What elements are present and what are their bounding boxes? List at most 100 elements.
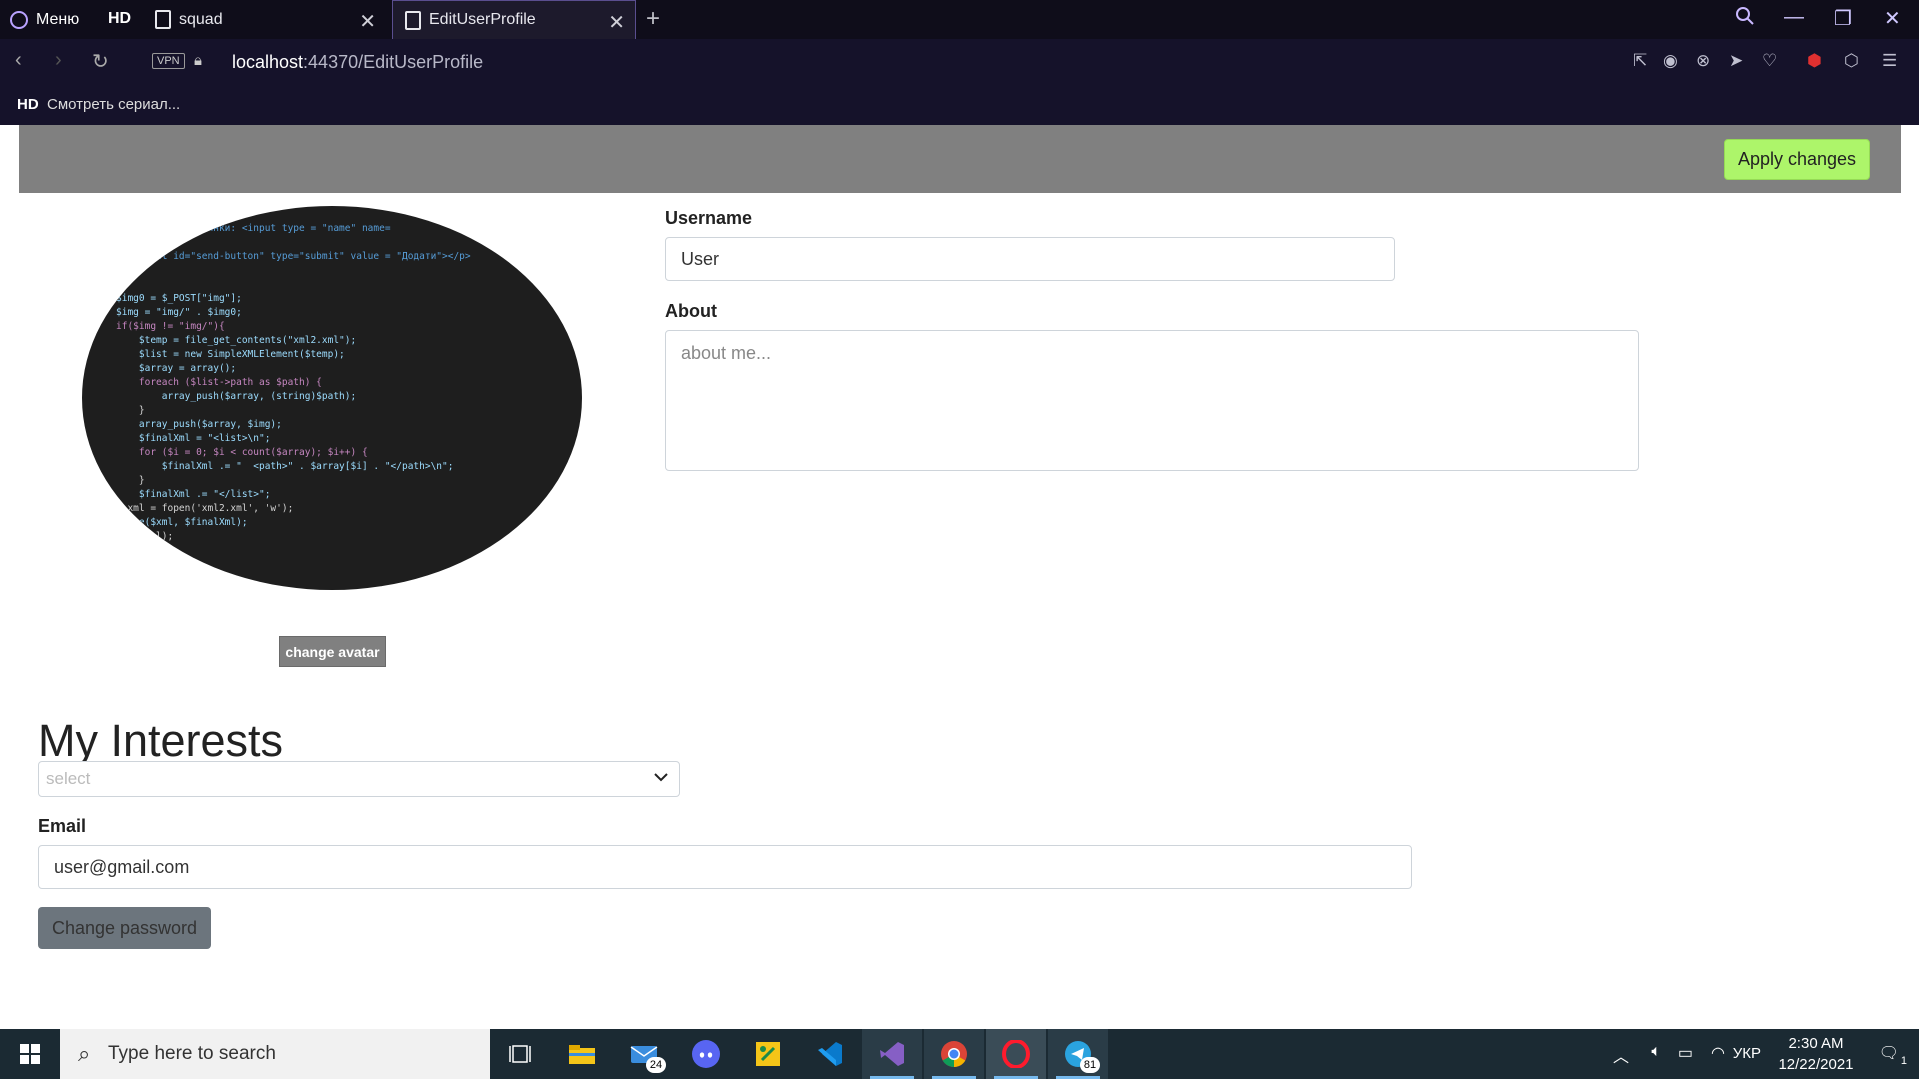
volume-icon[interactable]: 🔈︎ [1651, 1043, 1661, 1061]
avatar-code-line: xml = fopen('xml2.xml', 'w'); [116, 503, 294, 514]
avatar-code-line: $array = array(); [116, 363, 237, 374]
language-indicator[interactable]: УКР [1733, 1045, 1761, 1062]
tab-title: squad [179, 10, 223, 28]
lock-icon[interactable]: 🔒︎ [194, 52, 202, 69]
avatar-image: ддать назву картинки: <input type = "nam… [82, 206, 582, 590]
apply-changes-button[interactable]: Apply changes [1724, 139, 1870, 180]
about-textarea[interactable]: about me... [665, 330, 1639, 471]
search-icon: ⌕ [78, 1041, 91, 1066]
email-label: Email [38, 816, 87, 836]
page-content: Apply changes ддать назву картинки: <inp… [0, 125, 1919, 1029]
taskbar-search-placeholder: Type here to search [108, 1043, 276, 1064]
email-input[interactable]: user@gmail.com [38, 845, 1412, 889]
interests-select[interactable]: select [38, 761, 680, 797]
minimize-icon[interactable]: — [1784, 6, 1804, 29]
opera-icon[interactable] [986, 1029, 1046, 1079]
avatar-code-line [116, 264, 471, 278]
windows-logo-icon [20, 1044, 40, 1064]
block-icon[interactable]: ⊗ [1696, 51, 1710, 71]
notification-count: 1 [1900, 1055, 1907, 1067]
avatar-code-line: $list = new SimpleXMLElement($temp); [116, 349, 345, 360]
avatar-code-line: if($img != "img/"){ [116, 321, 225, 332]
vpn-badge[interactable]: VPN [152, 53, 185, 69]
sublime-merge-icon[interactable] [738, 1029, 798, 1079]
avatar-code-line [116, 236, 471, 250]
notification-center-icon[interactable]: 🗨︎ [1879, 1043, 1899, 1063]
browser-tab-bar: Меню HD squad ✕ EditUserProfile ✕ + — ❐ … [0, 0, 1919, 39]
discord-icon[interactable] [676, 1029, 736, 1079]
back-icon[interactable]: ‹ [15, 49, 22, 72]
bookmark-hd[interactable]: HD [17, 96, 39, 113]
wifi-icon[interactable]: ◠ [1711, 1043, 1725, 1063]
url-field[interactable]: localhost:44370/EditUserProfile [232, 52, 483, 73]
new-tab-icon[interactable]: + [646, 5, 660, 33]
tab-edit-user-profile[interactable]: EditUserProfile ✕ [392, 0, 636, 39]
mail-badge: 24 [646, 1057, 666, 1073]
close-window-icon[interactable]: ✕ [1884, 6, 1901, 31]
restore-icon[interactable]: ❐ [1834, 6, 1852, 31]
chevron-down-icon [654, 773, 668, 782]
chevron-up-icon[interactable]: ︿ [1613, 1043, 1629, 1067]
share-icon[interactable]: ⇱ [1633, 51, 1647, 71]
avatar-code-line: $img = "img/" . $img0; [116, 307, 242, 318]
extensions-cube-icon[interactable]: ⬡ [1844, 51, 1859, 71]
send-icon[interactable]: ➤ [1729, 51, 1743, 71]
clock-time[interactable]: 2:30 AM [1776, 1035, 1856, 1052]
telegram-badge: 81 [1080, 1057, 1100, 1073]
tab-squad[interactable]: squad ✕ [143, 0, 386, 39]
ublock-icon[interactable]: ⬢ [1807, 51, 1822, 71]
browser-menu-button[interactable]: Меню [10, 8, 79, 32]
easy-setup-icon[interactable]: ☰ [1882, 51, 1897, 71]
hd-tab-button[interactable]: HD [108, 10, 131, 28]
battery-icon[interactable]: ▭ [1678, 1043, 1693, 1063]
avatar-code-line: ml); [116, 531, 174, 542]
bookmark-serial[interactable]: Смотреть сериал... [47, 96, 180, 113]
opera-logo-icon [10, 11, 28, 29]
taskbar-search-box[interactable]: ⌕ Type here to search [60, 1029, 490, 1079]
interests-placeholder: select [46, 769, 91, 788]
avatar-code-line: } [116, 475, 145, 486]
forward-icon[interactable]: › [55, 49, 62, 72]
chrome-icon[interactable] [924, 1029, 984, 1079]
avatar-code-text: ддать назву картинки: <input type = "nam… [116, 222, 471, 544]
change-password-button[interactable]: Change password [38, 907, 211, 949]
search-tabs-icon[interactable] [1735, 6, 1755, 32]
mail-icon[interactable]: 24 [614, 1029, 674, 1079]
visual-studio-icon[interactable] [862, 1029, 922, 1079]
close-tab-icon[interactable]: ✕ [608, 10, 625, 35]
avatar-code-line: <p><input id="send-button" type="submit"… [116, 251, 471, 262]
task-view-icon[interactable] [490, 1029, 550, 1079]
username-input[interactable]: User [665, 237, 1395, 281]
browser-menu-label: Меню [36, 11, 80, 28]
vscode-icon[interactable] [800, 1029, 860, 1079]
reload-icon[interactable]: ↻ [92, 49, 109, 74]
change-avatar-button[interactable]: change avatar [279, 636, 386, 667]
avatar-code-line: array_push($array, (string)$path); [116, 391, 357, 402]
url-path: :44370/EditUserProfile [303, 52, 484, 72]
url-host: localhost [232, 52, 304, 72]
avatar-code-line: $finalXml .= "</list>"; [116, 489, 271, 500]
avatar-code-line: $temp = file_get_contents("xml2.xml"); [116, 335, 357, 346]
avatar-code-line: $img0 = $_POST["img"]; [116, 293, 242, 304]
close-tab-icon[interactable]: ✕ [359, 9, 376, 34]
telegram-icon[interactable]: 81 [1048, 1029, 1108, 1079]
page-icon [405, 10, 421, 30]
avatar-code-line: foreach ($list->path as $path) { [116, 377, 322, 388]
page-header-bar: Apply changes [19, 125, 1901, 193]
clock-date[interactable]: 12/22/2021 [1776, 1056, 1856, 1073]
about-label: About [665, 301, 717, 321]
avatar-code-line: ддать назву картинки: <input type = "nam… [116, 223, 391, 234]
page-icon [155, 10, 171, 29]
start-button[interactable] [0, 1029, 60, 1079]
address-bar: ‹ › ↻ VPN 🔒︎ localhost:44370/EditUserPro… [0, 39, 1919, 86]
avatar-code-line: $finalXml = "<list>\n"; [116, 433, 271, 444]
heart-icon[interactable]: ♡ [1762, 51, 1777, 71]
camera-icon[interactable]: ◉ [1663, 51, 1678, 71]
tab-title: EditUserProfile [429, 11, 536, 28]
file-explorer-icon[interactable] [552, 1029, 612, 1079]
username-label: Username [665, 208, 753, 228]
interests-title: My Interests [38, 715, 284, 766]
avatar-code-line: array_push($array, $img); [116, 419, 282, 430]
avatar-code-line: e($xml, $finalXml); [116, 517, 248, 528]
windows-taskbar: ⌕ Type here to search 24 81 ︿ 🔈︎ ▭ ◠ УКР… [0, 1029, 1919, 1079]
